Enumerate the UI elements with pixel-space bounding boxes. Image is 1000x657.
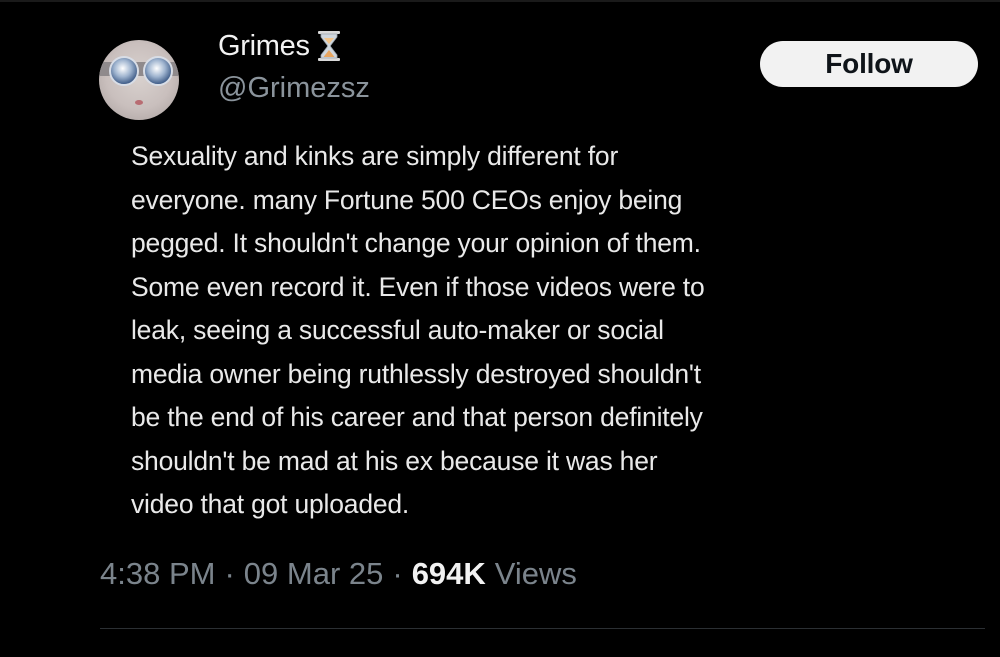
- avatar[interactable]: [99, 40, 179, 120]
- top-border: [0, 0, 1000, 2]
- follow-button[interactable]: Follow: [760, 41, 978, 87]
- meta-separator: ·: [392, 556, 403, 591]
- goggle-lens-left: [109, 56, 139, 86]
- tweet-line: video that got uploaded.: [131, 489, 410, 519]
- tweet-date[interactable]: 09 Mar 25: [244, 556, 384, 592]
- tweet-line: leak, seeing a successful auto-maker or …: [131, 315, 664, 345]
- views-count: 694K: [411, 556, 486, 591]
- tweet-line: pegged. It shouldn't change your opinion…: [131, 228, 701, 258]
- tweet-line: be the end of his career and that person…: [131, 402, 703, 432]
- tweet-meta: 4:38 PM · 09 Mar 25 · 694K Views: [100, 556, 577, 592]
- goggle-lens-right: [143, 56, 173, 86]
- avatar-mouth: [135, 100, 143, 105]
- tweet-card: Grimes @Grimezsz Follow Sexuality and ki…: [0, 0, 1000, 657]
- tweet-line: Some even record it. Even if those video…: [131, 271, 705, 302]
- divider: [100, 628, 985, 629]
- tweet-line: Sexuality and kinks are simply different…: [131, 141, 619, 171]
- tweet-line: shouldn't be mad at his ex because it wa…: [131, 445, 658, 476]
- user-handle[interactable]: @Grimezsz: [218, 72, 370, 105]
- tweet-time[interactable]: 4:38 PM: [100, 556, 215, 592]
- tweet-line: media owner being ruthlessly destroyed s…: [131, 358, 701, 389]
- author-name-row[interactable]: Grimes: [218, 26, 342, 66]
- hourglass-icon: [317, 31, 340, 61]
- tweet-line: everyone. many Fortune 500 CEOs enjoy be…: [131, 184, 683, 215]
- display-name[interactable]: Grimes: [218, 30, 310, 63]
- tweet-text: Sexuality and kinks are simply different…: [131, 135, 901, 527]
- meta-separator: ·: [224, 556, 235, 591]
- views-label: Views: [494, 556, 577, 591]
